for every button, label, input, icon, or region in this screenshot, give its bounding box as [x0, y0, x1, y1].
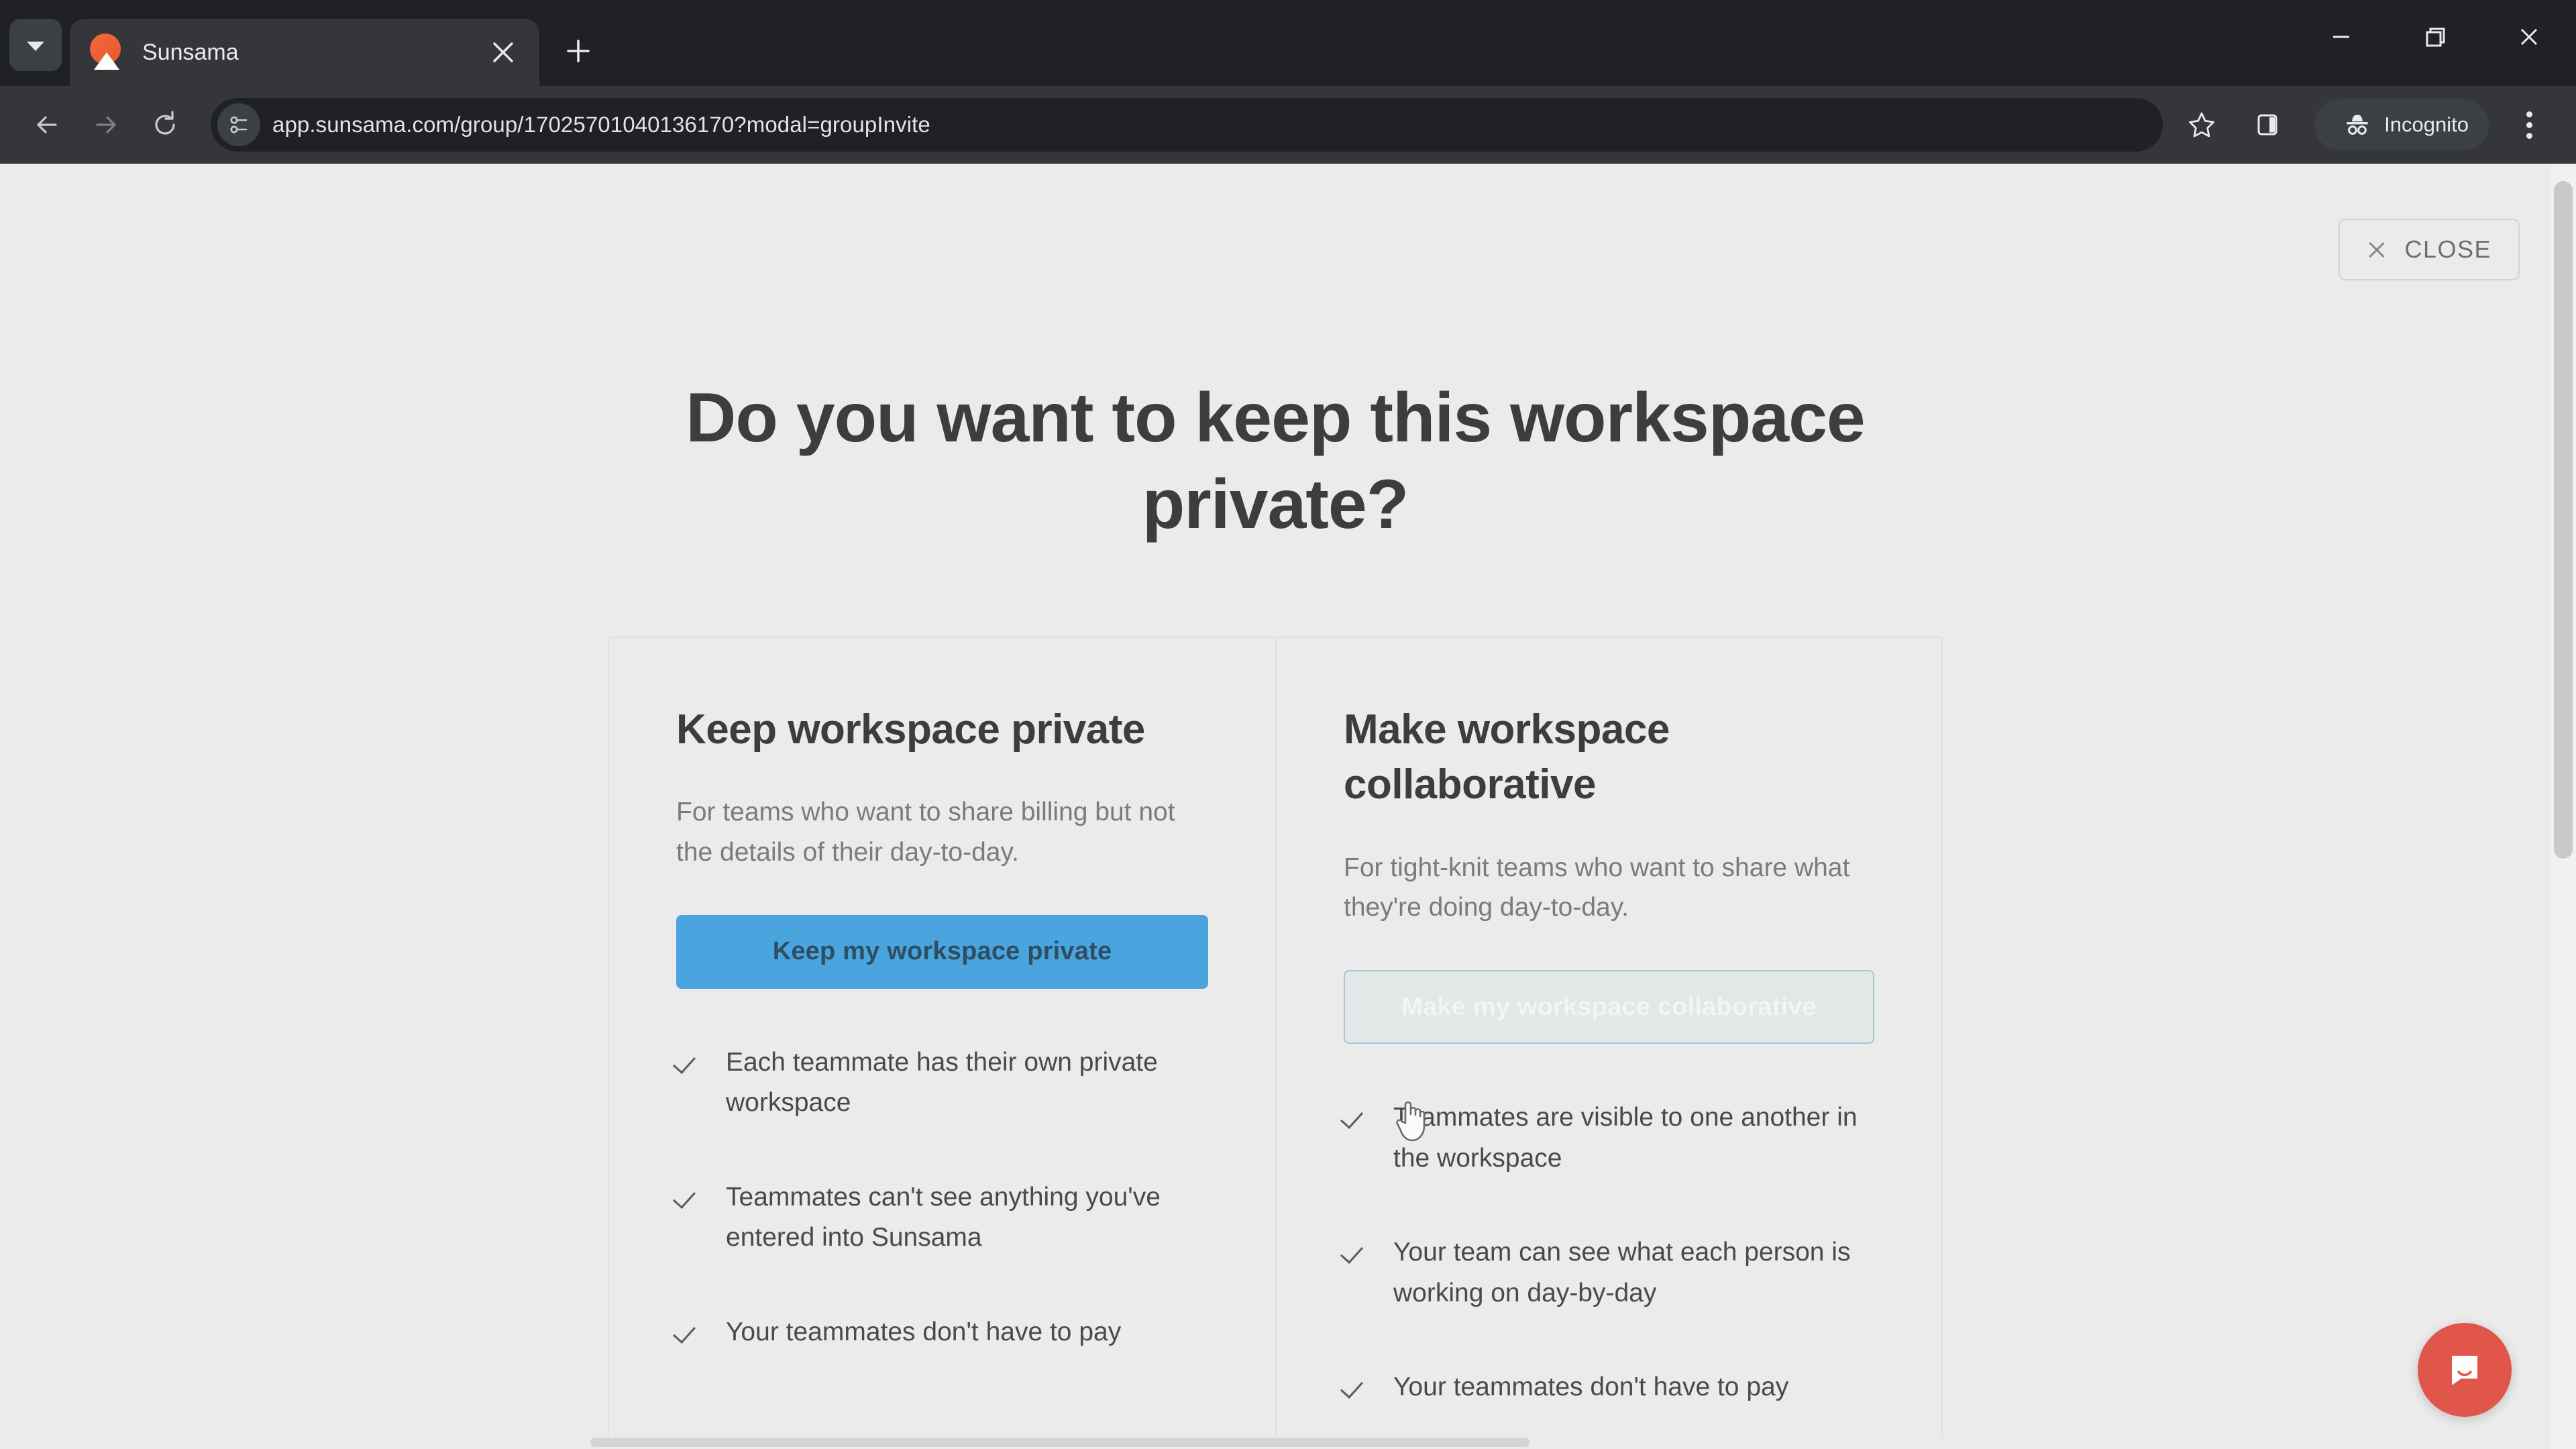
maximize-window-button[interactable] — [2388, 0, 2482, 74]
window-controls — [2294, 0, 2576, 74]
url-text: app.sunsama.com/group/17025701040136170?… — [272, 112, 930, 137]
forward-button[interactable] — [76, 95, 136, 154]
option-description: For teams who want to share billing but … — [676, 798, 1175, 867]
bookmark-star-icon[interactable] — [2172, 95, 2231, 154]
intercom-messenger-button[interactable] — [2418, 1323, 2512, 1417]
feature-text: Teammates are visible to one another in … — [1393, 1103, 1858, 1173]
browser-window: Sunsama app.sunsama.com/group/1702570104… — [0, 0, 2576, 1449]
make-workspace-collaborative-button[interactable]: Make my workspace collaborative — [1344, 970, 1874, 1044]
new-tab-button[interactable] — [551, 24, 605, 78]
feature-text: Each teammate has their own private work… — [726, 1047, 1158, 1118]
list-item: Each teammate has their own private work… — [676, 1042, 1208, 1124]
option-description: For tight-knit teams who want to share w… — [1344, 853, 1850, 922]
incognito-profile-button[interactable]: Incognito — [2314, 99, 2489, 150]
browser-tab-sunsama[interactable]: Sunsama — [70, 19, 539, 86]
check-icon — [1344, 1106, 1369, 1131]
tab-strip: Sunsama — [0, 0, 2576, 86]
feature-text: Teammates can't see anything you've ente… — [726, 1182, 1161, 1252]
chrome-menu-button[interactable] — [2500, 95, 2559, 154]
back-button[interactable] — [17, 95, 76, 154]
page-title: Do you want to keep this workspace priva… — [686, 379, 1866, 543]
workspace-options: Keep workspace private For teams who wan… — [608, 636, 1943, 1449]
reload-button[interactable] — [136, 95, 195, 154]
horizontal-scrollbar[interactable] — [0, 1436, 2576, 1449]
option-keep-private: Keep workspace private For teams who wan… — [609, 638, 1275, 1449]
option-title: Make workspace collaborative — [1344, 706, 1670, 808]
close-window-button[interactable] — [2482, 0, 2576, 74]
check-icon — [676, 1185, 702, 1211]
browser-toolbar: app.sunsama.com/group/17025701040136170?… — [0, 86, 2576, 164]
check-icon — [676, 1320, 702, 1346]
list-item: Teammates can't see anything you've ente… — [676, 1177, 1208, 1258]
feature-text: Your team can see what each person is wo… — [1393, 1238, 1851, 1307]
close-tab-icon[interactable] — [484, 34, 522, 71]
list-item: Teammates are visible to one another in … — [1344, 1097, 1874, 1179]
side-panel-icon[interactable] — [2238, 95, 2297, 154]
close-x-icon — [2367, 239, 2387, 260]
feature-text: Your teammates don't have to pay — [726, 1317, 1122, 1346]
chevron-down-icon — [27, 42, 44, 51]
option-make-collaborative: Make workspace collaborative For tight-k… — [1275, 637, 1941, 1449]
intercom-messenger-icon — [2452, 1356, 2477, 1385]
check-icon — [676, 1051, 702, 1076]
close-modal-label: CLOSE — [2404, 235, 2491, 263]
option-feature-list: Each teammate has their own private work… — [676, 1042, 1208, 1433]
list-item: Your teammates don't have to pay — [1344, 1367, 1874, 1407]
check-icon — [1344, 1240, 1369, 1266]
group-invite-modal: CLOSE Do you want to keep this workspace… — [0, 164, 2576, 1449]
incognito-hat-icon — [2343, 110, 2372, 140]
minimize-window-button[interactable] — [2294, 0, 2388, 74]
list-item: Your team can see what each person is wo… — [1344, 1232, 1874, 1313]
site-settings-icon[interactable] — [217, 103, 260, 146]
address-bar[interactable]: app.sunsama.com/group/17025701040136170?… — [211, 98, 2163, 152]
close-modal-button[interactable]: CLOSE — [2339, 219, 2520, 280]
vertical-scrollbar-thumb[interactable] — [2554, 181, 2573, 859]
incognito-label: Incognito — [2384, 113, 2469, 136]
tab-title: Sunsama — [142, 39, 239, 65]
horizontal-scrollbar-thumb[interactable] — [590, 1438, 1529, 1447]
keep-workspace-private-button[interactable]: Keep my workspace private — [676, 914, 1208, 989]
close-row: CLOSE — [2339, 219, 2520, 280]
vertical-scrollbar[interactable] — [2551, 164, 2576, 1449]
tab-search-button[interactable] — [9, 19, 62, 71]
feature-text: Your teammates don't have to pay — [1393, 1373, 1789, 1402]
check-icon — [1344, 1375, 1369, 1401]
list-item: Your teammates don't have to pay — [676, 1312, 1208, 1352]
sunsama-logo-icon — [87, 34, 125, 71]
page-viewport: CLOSE Do you want to keep this workspace… — [0, 164, 2576, 1449]
option-title: Keep workspace private — [676, 706, 1145, 753]
option-feature-list: Teammates are visible to one another in … — [1344, 1097, 1874, 1449]
